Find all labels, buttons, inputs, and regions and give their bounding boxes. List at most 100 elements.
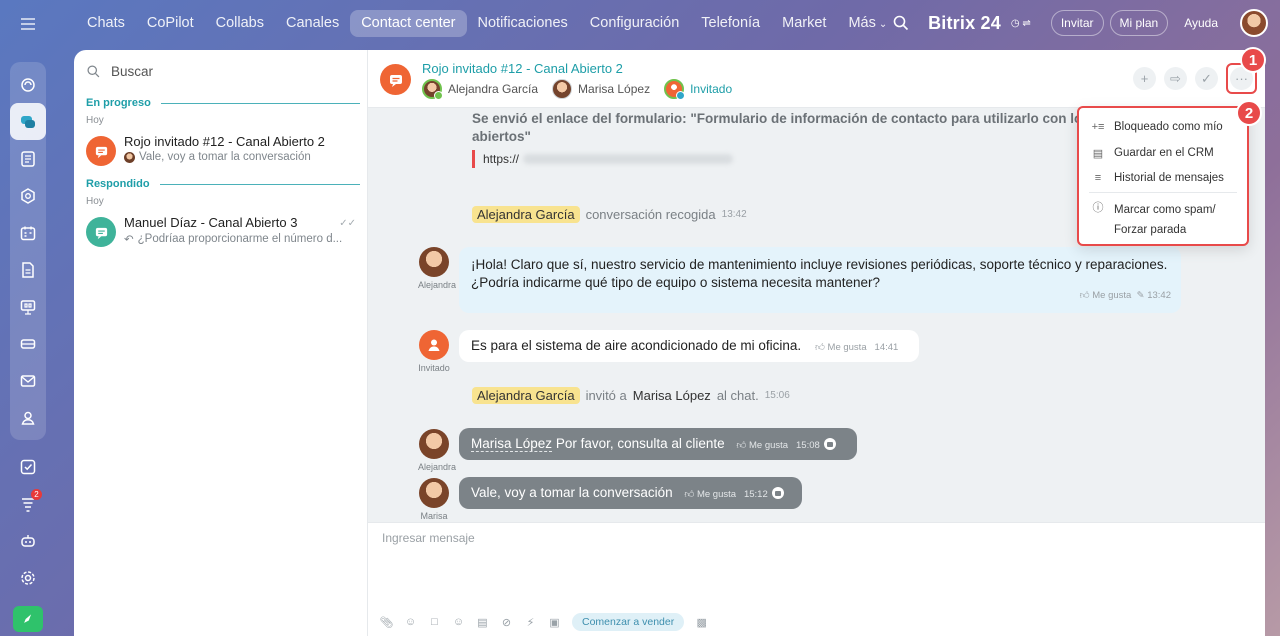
clock-settings-icon[interactable]: ◷ ⇌ [1011,18,1031,29]
menu-item-history[interactable]: ≡ Historial de mensajes [1091,171,1224,185]
like-icon[interactable]: 👍︎ [815,342,825,353]
user-mention[interactable]: Marisa López [471,436,553,452]
rail-board-icon[interactable] [10,288,46,325]
message-avatar[interactable]: Invitado [418,330,450,373]
top-navigation: Chats CoPilot Collabs Canales Contact ce… [76,10,898,37]
like-button[interactable]: Me gusta [1092,290,1131,301]
hidden-message-icon[interactable]: ⊘ [500,616,513,629]
attach-icon[interactable]: 📎︎ [380,616,394,629]
message-bubble[interactable]: Vale, voy a tomar la conversación 👍︎ Me … [459,477,802,509]
like-button[interactable]: Me gusta [697,489,736,500]
finish-check-icon[interactable]: ✓ [1195,67,1218,90]
chat-title[interactable]: Rojo invitado #12 - Canal Abierto 2 [422,61,623,76]
conversation-item[interactable]: Rojo invitado #12 - Canal Abierto 2 Vale… [86,132,360,172]
menu-item-label: Historial de mensajes [1114,172,1224,184]
user-mention[interactable]: Alejandra García [472,387,580,404]
rail-robot-icon[interactable] [10,522,46,559]
member-name[interactable]: Marisa López [578,82,650,96]
avatar [419,429,449,459]
rail-copilot-icon[interactable] [10,66,46,103]
like-icon[interactable]: 👍︎ [684,489,694,500]
message-avatar[interactable]: Alejandra [418,247,456,290]
like-icon[interactable]: 👍︎ [1080,290,1090,301]
member-name[interactable]: Invitado [690,82,732,96]
nav-market[interactable]: Market [771,10,837,37]
chat-actions-menu: +≡ Bloqueado como mío ▤ Guardar en el CRM … [1077,106,1249,246]
my-plan-button[interactable]: Mi plan [1109,10,1169,36]
menu-item-pin[interactable]: +≡ Bloqueado como mío [1091,120,1223,134]
like-icon[interactable]: 👍︎ [736,440,746,451]
search-icon[interactable] [892,14,910,32]
form-link[interactable]: https:// [472,150,734,168]
avatar[interactable] [664,79,686,100]
rail-tasks-icon[interactable] [10,448,46,485]
invite-button[interactable]: Invitar [1050,10,1104,36]
avatar[interactable] [552,79,573,99]
search-input[interactable]: Buscar [111,64,153,79]
message-avatar[interactable]: Marisa [418,478,450,521]
top-right-area: Bitrix 24 ◷ ⇌ Invitar Mi plan Ayuda [892,9,1268,37]
screen-icon[interactable]: ▩ [695,616,708,629]
nav-configuracion[interactable]: Configuración [579,10,690,37]
message-avatar[interactable]: Alejandra [418,429,456,472]
nav-notificaciones[interactable]: Notificaciones [467,10,579,37]
avatar[interactable] [422,79,443,100]
rail-mail-icon[interactable] [10,362,46,399]
system-event: Alejandra García conversación recogida 1… [472,206,747,223]
like-button[interactable]: Me gusta [749,440,788,451]
message-bubble[interactable]: ¡Hola! Claro que sí, nuestro servicio de… [459,247,1181,313]
rail-hexagon-icon[interactable] [10,177,46,214]
author-label: Invitado [418,363,450,373]
add-user-icon[interactable]: + [1133,67,1156,90]
template-icon[interactable]: ▤ [476,616,489,629]
lightning-icon[interactable]: ⚡︎ [524,616,537,629]
nav-copilot[interactable]: CoPilot [136,10,205,37]
rail-contacts-icon[interactable] [10,399,46,436]
rail-funnel-icon[interactable]: 2 [10,485,46,522]
openline-chat-icon [86,217,116,247]
message-bubble[interactable]: Es para el sistema de aire acondicionado… [459,330,919,362]
author-label: Marisa [420,511,448,521]
start-selling-button[interactable]: Comenzar a vender [572,613,685,631]
rail-settings-icon[interactable] [10,559,46,596]
nav-collabs[interactable]: Collabs [205,10,275,37]
nav-chats[interactable]: Chats [76,10,136,37]
rocket-icon[interactable] [13,606,43,632]
rail-document-icon[interactable] [10,251,46,288]
like-button[interactable]: Me gusta [828,342,867,353]
help-button[interactable]: Ayuda [1174,10,1228,36]
member-name[interactable]: Alejandra García [448,82,538,96]
link-text[interactable]: https:// [483,152,519,166]
slash-command-icon[interactable]: □ [428,616,441,629]
file-icon[interactable]: ▣ [548,616,561,629]
rail-feed-icon[interactable] [10,140,46,177]
nav-more[interactable]: Más ⌄ [837,10,898,37]
nav-telefonia[interactable]: Telefonía [690,10,771,37]
menu-item-spam[interactable]: ⓘ Marcar como spam/Forzar parada [1091,200,1216,240]
rail-calendar-icon[interactable] [10,214,46,251]
section-answered: Respondido [86,178,360,190]
section-title: Respondido [86,178,150,190]
menu-item-save-crm[interactable]: ▤ Guardar en el CRM [1091,146,1214,160]
conversation-item[interactable]: Manuel Díaz - Canal Abierto 3 ↶ ¿Podríaa … [86,213,360,253]
event-time: 13:42 [721,209,747,220]
list-search[interactable]: Buscar [86,64,153,79]
user-mention[interactable]: Alejandra García [472,206,580,223]
nav-contact-center[interactable]: Contact center [350,10,467,37]
menu-icon[interactable] [18,14,38,34]
preview-text: Vale, voy a tomar la conversación [139,151,311,163]
message-text: ¿Podría indicarme qué tipo de equipo o s… [471,275,880,290]
rail-drive-icon[interactable] [10,325,46,362]
message-text: Vale, voy a tomar la conversación [471,485,673,500]
user-mention[interactable]: Marisa López [633,388,711,403]
emoji-icon[interactable]: ☺ [452,616,465,629]
user-avatar[interactable] [1240,9,1268,37]
user-icon[interactable]: ☺ [404,616,417,629]
message-input[interactable]: Ingresar mensaje [382,531,475,545]
message-bubble[interactable]: Marisa López Por favor, consulta al clie… [459,428,857,460]
preview-text: ¿Podríaa proporcionarme el número d... [137,233,343,245]
transfer-icon[interactable]: ⇨ [1164,67,1187,90]
nav-canales[interactable]: Canales [275,10,350,37]
message-text: Es para el sistema de aire acondicionado… [471,338,802,353]
rail-chat-icon[interactable] [10,103,46,140]
